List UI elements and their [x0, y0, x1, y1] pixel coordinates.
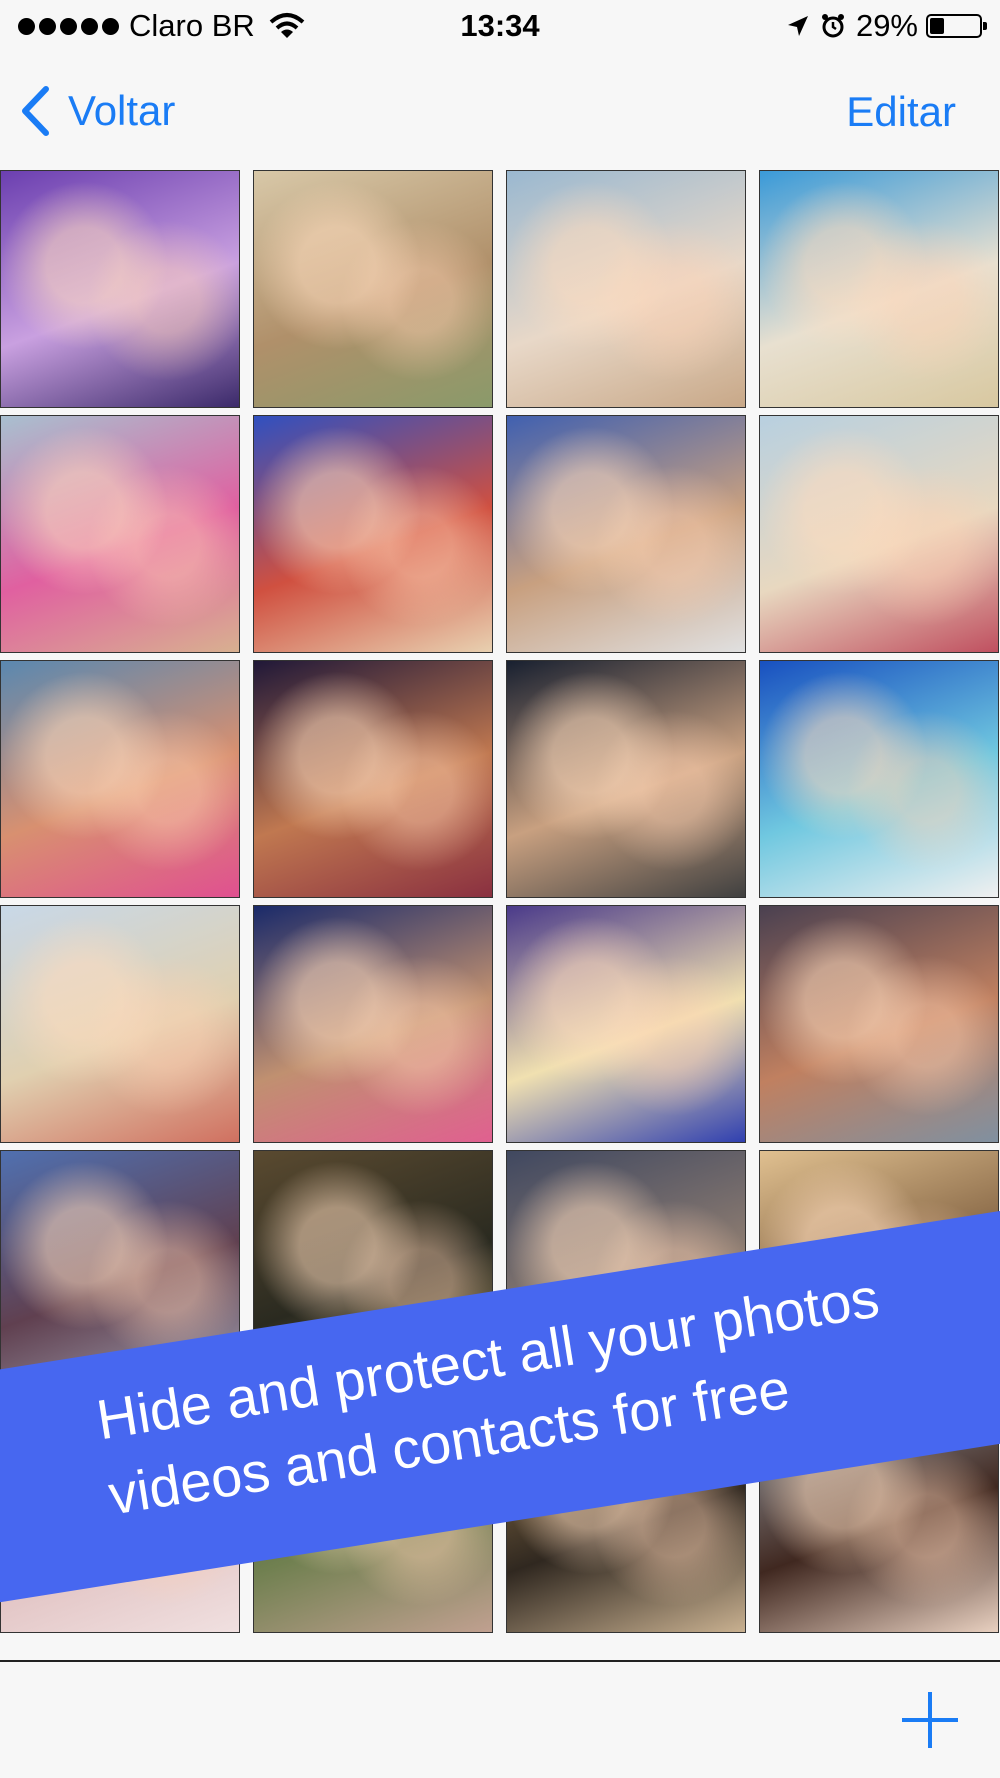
photo-thumbnail[interactable] [759, 905, 999, 1143]
back-button[interactable]: Voltar [20, 86, 175, 136]
location-arrow-icon [787, 16, 808, 36]
photo-thumbnail[interactable] [0, 905, 240, 1143]
photo-thumbnail[interactable] [0, 415, 240, 653]
photo-thumbnail[interactable] [253, 905, 493, 1143]
status-right: 29% [786, 8, 987, 44]
photo-thumbnail[interactable] [759, 415, 999, 653]
battery-icon [926, 14, 987, 38]
nav-bar: Voltar Editar [0, 56, 1000, 168]
photo-thumbnail[interactable] [0, 170, 240, 408]
photo-thumbnail[interactable] [506, 415, 746, 653]
chevron-left-icon [22, 86, 49, 136]
bottom-toolbar [0, 1662, 1000, 1778]
edit-button[interactable]: Editar [846, 88, 956, 136]
photo-thumbnail[interactable] [0, 660, 240, 898]
alarm-icon [821, 14, 844, 38]
photo-thumbnail[interactable] [506, 905, 746, 1143]
plus-icon[interactable] [900, 1690, 960, 1750]
photo-thumbnail[interactable] [759, 170, 999, 408]
status-bar: Claro BR 13:34 29% [0, 0, 1000, 56]
photo-thumbnail[interactable] [253, 660, 493, 898]
photo-thumbnail[interactable] [759, 660, 999, 898]
battery-percent: 29% [855, 8, 918, 43]
photo-thumbnail[interactable] [253, 415, 493, 653]
photo-thumbnail[interactable] [506, 170, 746, 408]
photo-thumbnail[interactable] [506, 660, 746, 898]
back-label: Voltar [68, 87, 176, 134]
photo-thumbnail[interactable] [253, 170, 493, 408]
